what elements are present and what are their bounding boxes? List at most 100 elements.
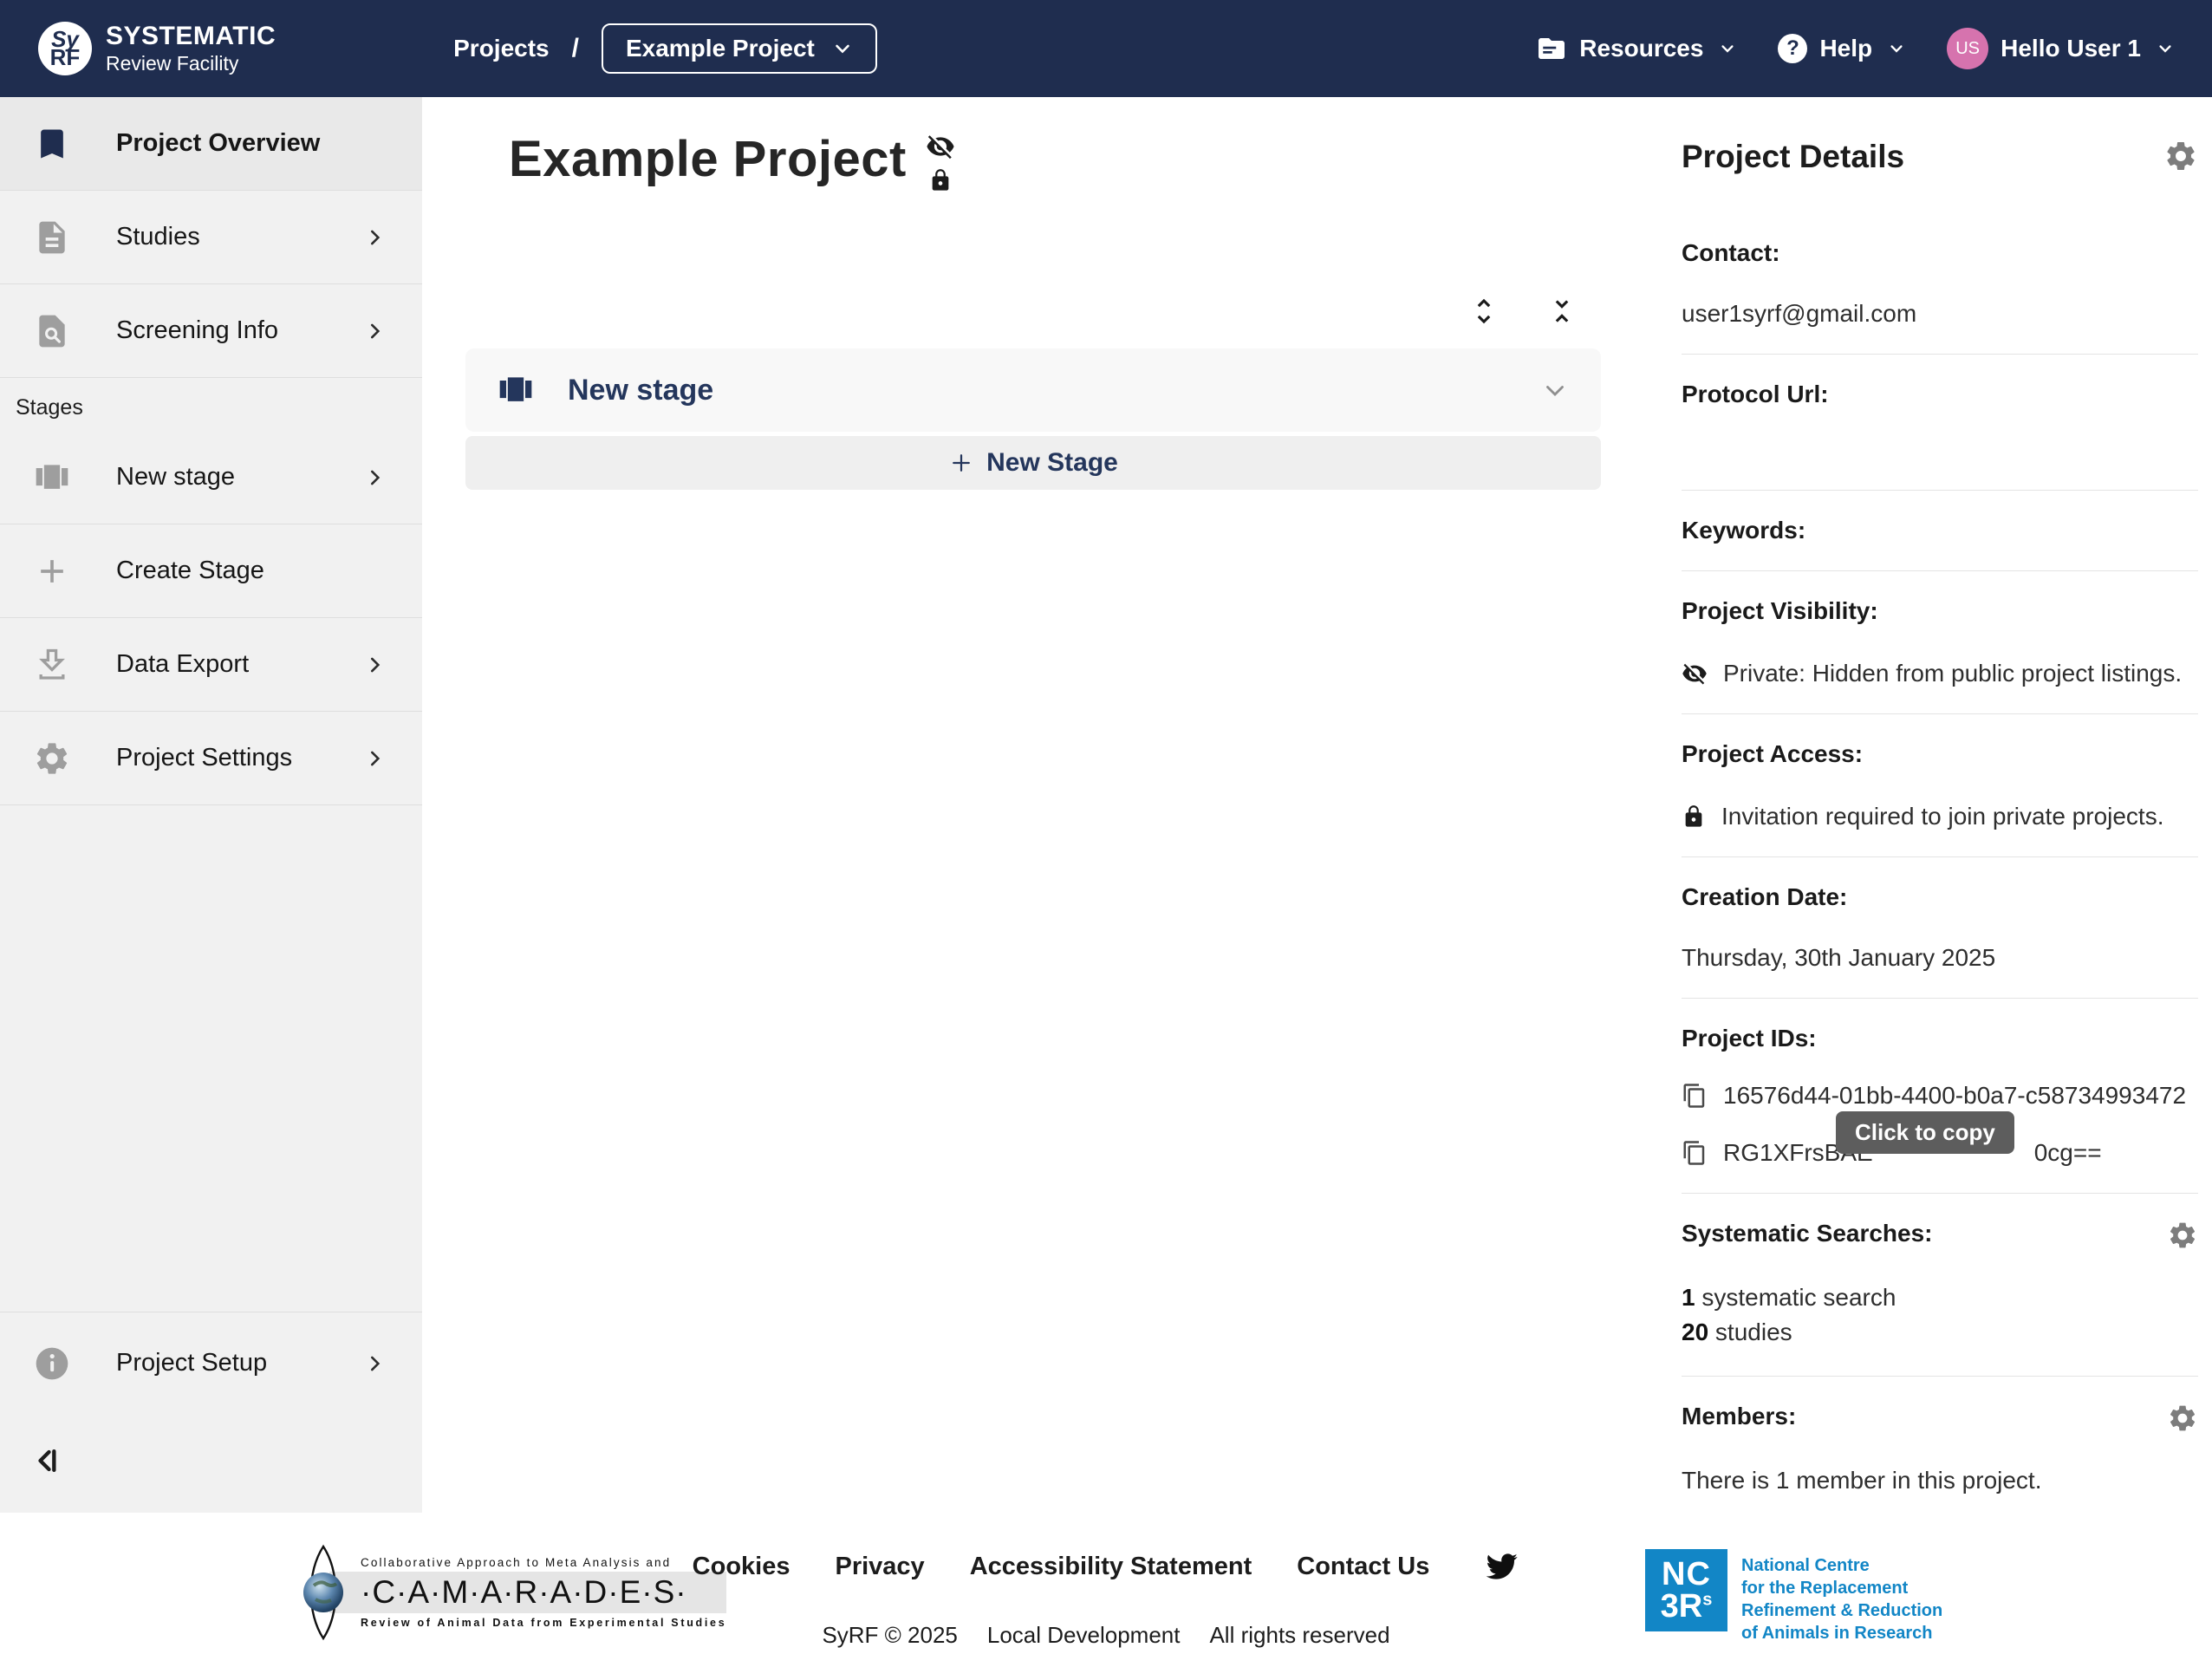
top-navbar: Sy RF SYSTEMATIC Review Facility Project…: [0, 0, 2212, 97]
sidebar-item-project-setup[interactable]: Project Setup: [0, 1312, 422, 1414]
project-selector-label: Example Project: [626, 35, 815, 62]
copy-icon: [1682, 1083, 1708, 1109]
breadcrumb-projects-link[interactable]: Projects: [453, 35, 550, 62]
chevron-right-icon: [363, 466, 386, 489]
environment-text: Local Development: [987, 1622, 1181, 1649]
nc3rs-logo-box: NC 3Rs: [1645, 1549, 1727, 1631]
camarades-wordmark: ·C·A·M·A·R·A·D·E·S·: [329, 1572, 726, 1613]
access-label: Project Access:: [1682, 740, 2198, 768]
access-section: Project Access: Invitation required to j…: [1682, 714, 2198, 857]
chevron-right-icon: [363, 654, 386, 676]
chevron-right-icon: [363, 320, 386, 342]
sidebar-collapse-button[interactable]: [29, 1443, 64, 1478]
camarades-logo[interactable]: Collaborative Approach to Meta Analysis …: [295, 1544, 726, 1641]
project-selector-dropdown[interactable]: Example Project: [602, 23, 877, 74]
systematic-searches-section: Systematic Searches: 1 systematic search…: [1682, 1194, 2198, 1377]
sidebar-item-screening-info[interactable]: Screening Info: [0, 284, 422, 378]
camarades-tagline-bottom: Review of Animal Data from Experimental …: [361, 1617, 726, 1629]
resources-label: Resources: [1579, 35, 1703, 62]
footer-link-accessibility[interactable]: Accessibility Statement: [970, 1553, 1252, 1581]
sidebar: Project Overview Studies Screening Info …: [0, 97, 422, 1513]
info-icon: [33, 1345, 71, 1383]
visibility-label: Project Visibility:: [1682, 597, 2198, 625]
lock-icon: [1682, 804, 1706, 829]
sidebar-item-project-settings[interactable]: Project Settings: [0, 712, 422, 805]
footer-link-cookies[interactable]: Cookies: [693, 1553, 790, 1581]
keywords-section: Keywords:: [1682, 491, 2198, 571]
members-section: Members: There is 1 member in this proje…: [1682, 1377, 2198, 1513]
sidebar-item-data-export[interactable]: Data Export: [0, 618, 422, 712]
sidebar-item-label: Create Stage: [116, 557, 264, 585]
plus-icon: [33, 552, 71, 590]
plus-icon: [948, 450, 974, 476]
download-icon: [33, 646, 71, 684]
page-title: Example Project: [509, 130, 907, 192]
sidebar-item-label: Data Export: [116, 650, 249, 679]
bookmark-icon: [33, 125, 71, 163]
add-new-stage-button[interactable]: New Stage: [465, 436, 1601, 490]
help-icon: ?: [1778, 34, 1807, 63]
sidebar-item-studies[interactable]: Studies: [0, 191, 422, 284]
expand-all-icon[interactable]: [1467, 295, 1500, 328]
footer-link-privacy[interactable]: Privacy: [835, 1553, 924, 1581]
nc3rs-logo-text: National Centre for the Replacement Refi…: [1741, 1554, 1942, 1644]
camarades-tagline-top: Collaborative Approach to Meta Analysis …: [361, 1556, 726, 1569]
breadcrumb-separator: /: [572, 34, 579, 63]
chevron-right-icon: [363, 747, 386, 770]
sidebar-item-label: New stage: [116, 463, 235, 492]
user-avatar: US: [1947, 28, 1988, 69]
members-count-text: There is 1 member in this project.: [1682, 1467, 2198, 1494]
twitter-icon[interactable]: [1483, 1551, 1519, 1582]
contact-value: user1syrf@gmail.com: [1682, 300, 2198, 328]
footer: Collaborative Approach to Meta Analysis …: [0, 1513, 2212, 1680]
nc3rs-logo[interactable]: NC 3Rs National Centre for the Replaceme…: [1645, 1549, 1942, 1644]
footer-link-contact[interactable]: Contact Us: [1297, 1553, 1429, 1581]
help-menu[interactable]: ? Help: [1778, 34, 1905, 63]
resources-menu[interactable]: Resources: [1536, 33, 1736, 64]
copy-icon: [1682, 1140, 1708, 1166]
syrf-logo[interactable]: Sy RF: [38, 22, 92, 75]
sidebar-spacer: [0, 805, 422, 1312]
project-details-gear-icon[interactable]: [2163, 139, 2198, 173]
eye-off-icon: [1682, 661, 1708, 687]
sidebar-item-new-stage[interactable]: New stage: [0, 431, 422, 524]
brand-text: SYSTEMATIC Review Facility: [106, 22, 276, 75]
brand-line1: SYSTEMATIC: [106, 22, 276, 51]
project-ids-label: Project IDs:: [1682, 1025, 2198, 1052]
brand-line2: Review Facility: [106, 52, 276, 75]
document-icon: [33, 218, 71, 257]
add-new-stage-label: New Stage: [986, 448, 1118, 478]
project-id-value-suffix: 0cg==: [2034, 1139, 2102, 1167]
project-ids-section: Project IDs: 16576d44-01bb-4400-b0a7-c58…: [1682, 999, 2198, 1194]
sidebar-item-project-overview[interactable]: Project Overview: [0, 97, 422, 191]
project-details-panel: Project Details Contact: user1syrf@gmail…: [1651, 97, 2212, 1513]
chevron-down-icon: [832, 38, 853, 59]
chevron-down-icon[interactable]: [1540, 375, 1570, 405]
sidebar-item-label: Project Overview: [116, 129, 320, 158]
searches-gear-icon[interactable]: [2167, 1220, 2198, 1251]
sidebar-item-label: Project Settings: [116, 744, 292, 772]
chevron-down-icon: [2157, 40, 2174, 57]
chevron-down-icon: [1888, 40, 1905, 57]
user-menu[interactable]: US Hello User 1: [1947, 28, 2174, 69]
creation-date-label: Creation Date:: [1682, 883, 2198, 911]
gear-icon: [33, 739, 71, 778]
folder-icon: [1536, 33, 1567, 64]
creation-date-section: Creation Date: Thursday, 30th January 20…: [1682, 857, 2198, 999]
studies-count-line: 20 studies: [1682, 1315, 2198, 1350]
sidebar-item-create-stage[interactable]: Create Stage: [0, 524, 422, 618]
collapse-all-icon[interactable]: [1545, 295, 1578, 328]
members-label: Members:: [1682, 1403, 1796, 1430]
stage-panel-header[interactable]: New stage: [465, 348, 1601, 432]
project-details-heading: Project Details: [1682, 139, 1904, 175]
footer-copyright: SyRF © 2025 Local Development All rights…: [693, 1622, 1520, 1649]
project-id-row[interactable]: 16576d44-01bb-4400-b0a7-c58734993472: [1682, 1082, 2198, 1110]
visibility-value: Private: Hidden from public project list…: [1723, 660, 2182, 687]
rights-text: All rights reserved: [1209, 1622, 1389, 1649]
eye-off-icon: [926, 132, 955, 161]
project-id-row[interactable]: RG1XFrsBAE0cg== Click to copy: [1682, 1139, 2198, 1167]
members-gear-icon[interactable]: [2167, 1403, 2198, 1434]
sidebar-item-label: Project Setup: [116, 1349, 267, 1377]
protocol-url-label: Protocol Url:: [1682, 381, 2198, 408]
sidebar-item-label: Screening Info: [116, 316, 278, 345]
